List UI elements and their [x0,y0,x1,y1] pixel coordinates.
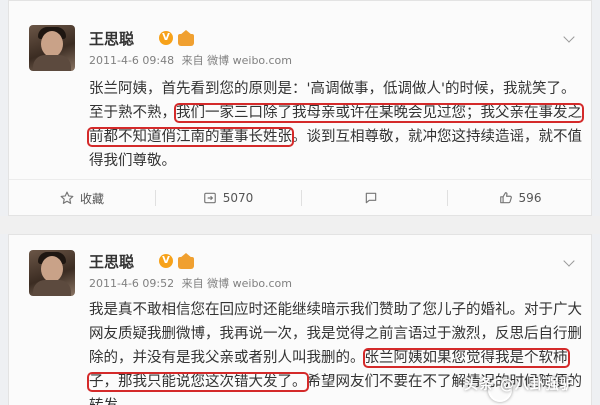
post-source[interactable]: 来自 微博 weibo.com [182,54,292,67]
weibo-post-1: 王思聪 V 2011-4-6 09:48 来自 微博 weibo.com 张兰阿… [8,0,593,216]
repost-button[interactable]: 5070 [155,180,301,216]
post-time[interactable]: 2011-4-6 09:52 [89,277,174,290]
avatar[interactable] [29,250,75,296]
thumbs-up-icon [499,192,512,204]
user-name[interactable]: 王思聪 [89,28,134,49]
avatar[interactable] [29,25,75,71]
repost-icon [203,192,216,204]
post-time[interactable]: 2011-4-6 09:48 [89,54,174,67]
favorite-button[interactable]: 收藏 [9,180,155,216]
repost-count: 5070 [222,191,254,205]
post-source[interactable]: 来自 微博 weibo.com [182,277,292,290]
divider [0,216,600,234]
post-meta: 2011-4-6 09:52 来自 微博 weibo.com [89,275,296,291]
post-text: 张兰阿姨，首先看到您的原则是：'高调做事，低调做人'的时候，我就笑了。至于熟不熟… [87,77,589,173]
verified-badge-icon: V [159,254,173,268]
action-bar: 收藏 5070 596 [9,179,593,215]
chevron-down-icon[interactable] [563,31,575,43]
chevron-down-icon[interactable] [563,255,575,267]
watermark: 头条 @八卦强驴 [464,377,575,393]
like-count: 596 [518,191,542,205]
verified-badge-icon: V [159,31,173,45]
user-name[interactable]: 王思聪 [89,251,134,272]
vip-crown-icon [178,253,194,269]
comment-icon [365,192,377,204]
like-button[interactable]: 596 [447,180,593,216]
vip-crown-icon [178,30,194,46]
comment-button[interactable] [301,180,447,216]
post-meta: 2011-4-6 09:48 来自 微博 weibo.com [89,52,296,68]
star-icon [60,191,74,204]
favorite-label: 收藏 [79,191,104,206]
